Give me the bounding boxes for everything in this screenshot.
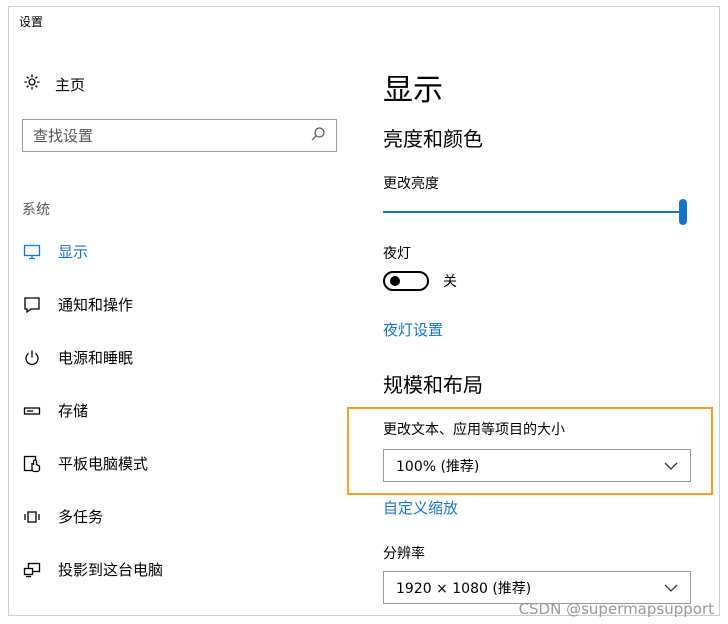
- home-button[interactable]: 主页: [23, 73, 85, 95]
- resolution-value: 1920 × 1080 (推荐): [396, 580, 532, 597]
- night-light-row: 关: [383, 271, 457, 291]
- sidebar-item-label: 电源和睡眠: [58, 349, 134, 367]
- sidebar-item-label: 多任务: [58, 508, 104, 526]
- search-input[interactable]: 查找设置: [22, 119, 337, 152]
- sidebar-item-display[interactable]: 显示: [22, 241, 88, 262]
- toggle-knob: [390, 276, 400, 286]
- brightness-slider[interactable]: [383, 199, 693, 225]
- section-brightness-color: 亮度和颜色: [383, 127, 483, 151]
- brightness-label: 更改亮度: [383, 176, 439, 192]
- sidebar-item-label: 存储: [58, 402, 89, 420]
- page-title: 显示: [383, 73, 443, 108]
- section-scale-layout: 规模和布局: [383, 373, 483, 397]
- sidebar-item-tablet-mode[interactable]: 平板电脑模式: [22, 453, 148, 474]
- notification-icon: [22, 295, 42, 315]
- brightness-slider-thumb[interactable]: [679, 199, 687, 225]
- search-placeholder: 查找设置: [33, 127, 94, 145]
- sidebar-item-multitasking[interactable]: 多任务: [22, 506, 103, 527]
- scale-dropdown[interactable]: 100% (推荐): [383, 449, 691, 482]
- sidebar: 主页 查找设置 系统 显示 通知和操作 电源和睡眠 存储 平板电脑模式 多任务 …: [9, 7, 359, 615]
- sidebar-item-project[interactable]: 投影到这台电脑: [22, 559, 163, 580]
- tablet-mode-icon: [22, 454, 42, 474]
- chevron-down-icon: [664, 458, 678, 474]
- home-label: 主页: [55, 75, 86, 94]
- scale-label: 更改文本、应用等项目的大小: [383, 422, 565, 438]
- scale-value: 100% (推荐): [396, 458, 480, 475]
- night-light-state: 关: [443, 274, 457, 290]
- search-icon: [310, 126, 326, 146]
- sidebar-item-label: 通知和操作: [58, 296, 134, 314]
- night-light-settings-link[interactable]: 夜灯设置: [383, 319, 443, 340]
- monitor-icon: [22, 242, 42, 262]
- sidebar-item-label: 平板电脑模式: [58, 455, 149, 473]
- storage-icon: [22, 401, 42, 421]
- sidebar-item-power[interactable]: 电源和睡眠: [22, 347, 133, 368]
- multitask-icon: [22, 507, 42, 527]
- sidebar-item-label: 投影到这台电脑: [58, 561, 164, 579]
- resolution-label: 分辨率: [383, 546, 425, 562]
- gear-icon: [23, 73, 41, 95]
- section-label-system: 系统: [22, 202, 50, 218]
- night-light-toggle[interactable]: [383, 271, 429, 291]
- brightness-slider-track: [383, 211, 683, 213]
- sidebar-item-storage[interactable]: 存储: [22, 400, 88, 421]
- sidebar-item-label: 显示: [58, 243, 89, 261]
- sidebar-item-partial[interactable]: [22, 607, 42, 615]
- sidebar-item-notifications[interactable]: 通知和操作: [22, 294, 133, 315]
- chevron-down-icon: [664, 580, 678, 596]
- settings-window: 设置 主页 查找设置 系统 显示 通知和操作 电源和睡眠 存储 平板电脑模式 多…: [8, 6, 720, 616]
- watermark: CSDN @supermapsupport: [518, 600, 714, 618]
- more-icon: [22, 607, 42, 615]
- custom-scaling-link[interactable]: 自定义缩放: [383, 497, 458, 518]
- project-icon: [22, 560, 42, 580]
- main-content: 显示 亮度和颜色 更改亮度 夜灯 关 夜灯设置 规模和布局 更改文本、应用等项目…: [347, 7, 713, 615]
- power-icon: [22, 348, 42, 368]
- night-light-label: 夜灯: [383, 246, 411, 262]
